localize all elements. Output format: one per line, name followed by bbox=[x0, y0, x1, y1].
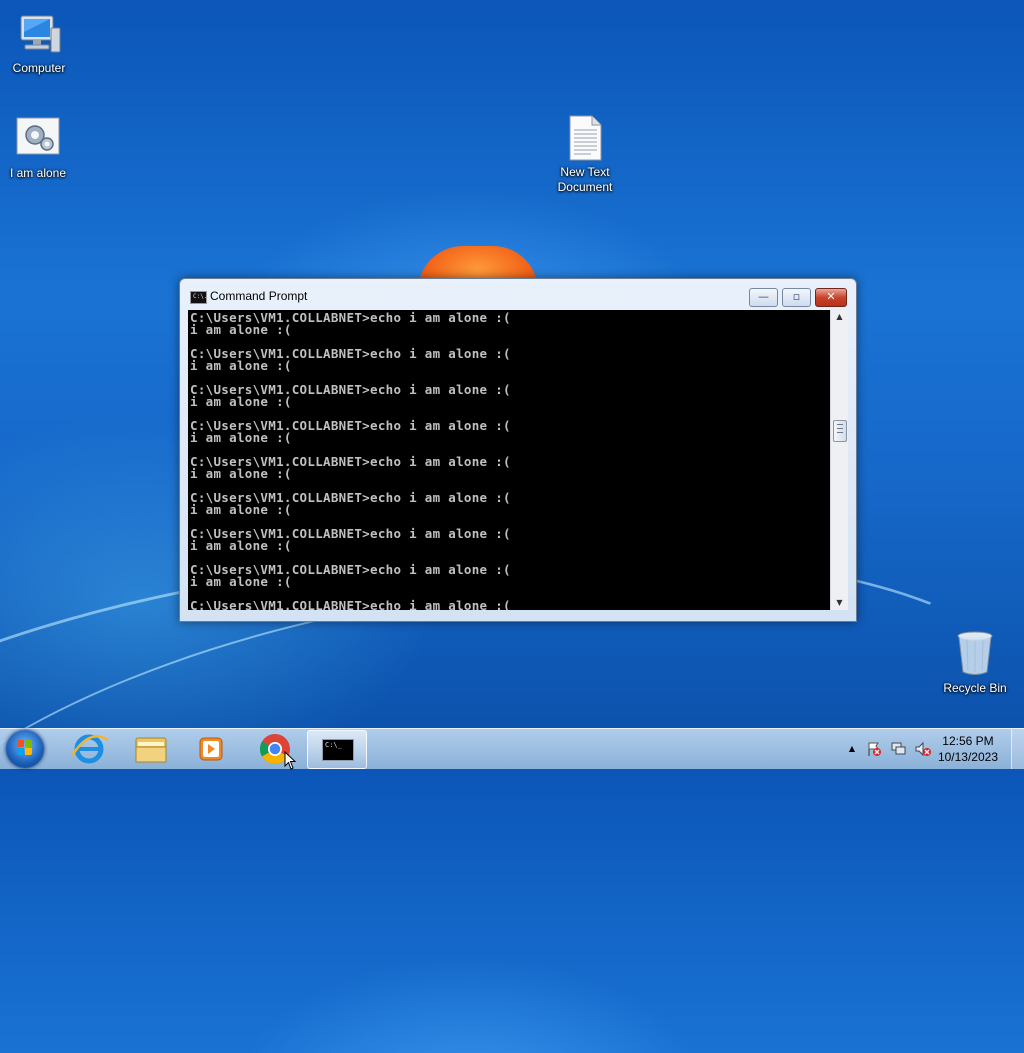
command-prompt-window[interactable]: C:\. Command Prompt — ▫ ✕ C:\Users\VM1.C… bbox=[179, 278, 857, 622]
taskbar: C:\_ ▲ 12:56 PM 10/13/2023 bbox=[0, 728, 1024, 770]
start-button[interactable] bbox=[6, 730, 44, 768]
clock-time: 12:56 PM bbox=[942, 734, 994, 748]
desktop-icon-i-am-alone[interactable]: I am alone bbox=[0, 115, 76, 181]
desktop-icon-label: Recycle Bin bbox=[943, 681, 1007, 695]
desktop-icon-recycle-bin[interactable]: Recycle Bin bbox=[937, 630, 1013, 696]
command-prompt-icon: C:\_ bbox=[322, 739, 354, 761]
console-output[interactable]: C:\Users\VM1.COLLABNET>echo i am alone :… bbox=[188, 310, 830, 610]
taskbar-chrome[interactable] bbox=[246, 730, 304, 770]
settings-shortcut-icon bbox=[14, 115, 62, 163]
text-file-icon bbox=[561, 114, 609, 162]
action-center-flag-icon[interactable] bbox=[866, 741, 882, 757]
title-bar[interactable]: C:\. Command Prompt — ▫ ✕ bbox=[180, 279, 856, 307]
internet-explorer-icon bbox=[70, 734, 109, 764]
volume-muted-icon[interactable] bbox=[915, 741, 931, 757]
taskbar-internet-explorer[interactable] bbox=[60, 730, 118, 767]
recycle-bin-icon bbox=[951, 630, 999, 678]
taskbar-media-player[interactable] bbox=[182, 730, 240, 767]
media-player-icon bbox=[199, 737, 223, 761]
desktop-icon-label: New Text Document bbox=[557, 165, 613, 194]
taskbar-command-prompt[interactable]: C:\_ bbox=[307, 730, 367, 769]
console-text: C:\Users\VM1.COLLABNET>echo i am alone :… bbox=[190, 310, 511, 610]
minimize-button[interactable]: — bbox=[749, 288, 778, 307]
window-title: Command Prompt bbox=[210, 289, 308, 303]
vertical-scrollbar[interactable]: ▲ ▼ bbox=[830, 310, 848, 610]
show-hidden-icons-button[interactable]: ▲ bbox=[844, 741, 860, 757]
system-clock[interactable]: 12:56 PM 10/13/2023 bbox=[938, 733, 998, 765]
computer-icon bbox=[15, 10, 63, 58]
network-icon[interactable] bbox=[891, 741, 907, 757]
windows-logo-icon bbox=[17, 740, 33, 756]
show-desktop-button[interactable] bbox=[1011, 729, 1024, 769]
scrollbar-thumb[interactable] bbox=[833, 420, 847, 442]
taskbar-file-explorer[interactable] bbox=[122, 730, 180, 767]
file-explorer-icon bbox=[135, 737, 167, 763]
maximize-button[interactable]: ▫ bbox=[782, 288, 811, 307]
close-button[interactable]: ✕ bbox=[815, 288, 847, 307]
scroll-down-arrow[interactable]: ▼ bbox=[831, 596, 848, 610]
mouse-cursor-icon bbox=[284, 751, 297, 770]
desktop-icon-label: Computer bbox=[12, 61, 66, 75]
desktop-icon-new-text-document[interactable]: New Text Document bbox=[547, 114, 623, 195]
scroll-up-arrow[interactable]: ▲ bbox=[831, 310, 848, 324]
clock-date: 10/13/2023 bbox=[937, 750, 998, 764]
command-prompt-icon: C:\. bbox=[190, 291, 207, 304]
desktop-icon-label: I am alone bbox=[9, 166, 67, 180]
desktop-icon-computer[interactable]: Computer bbox=[1, 10, 77, 76]
